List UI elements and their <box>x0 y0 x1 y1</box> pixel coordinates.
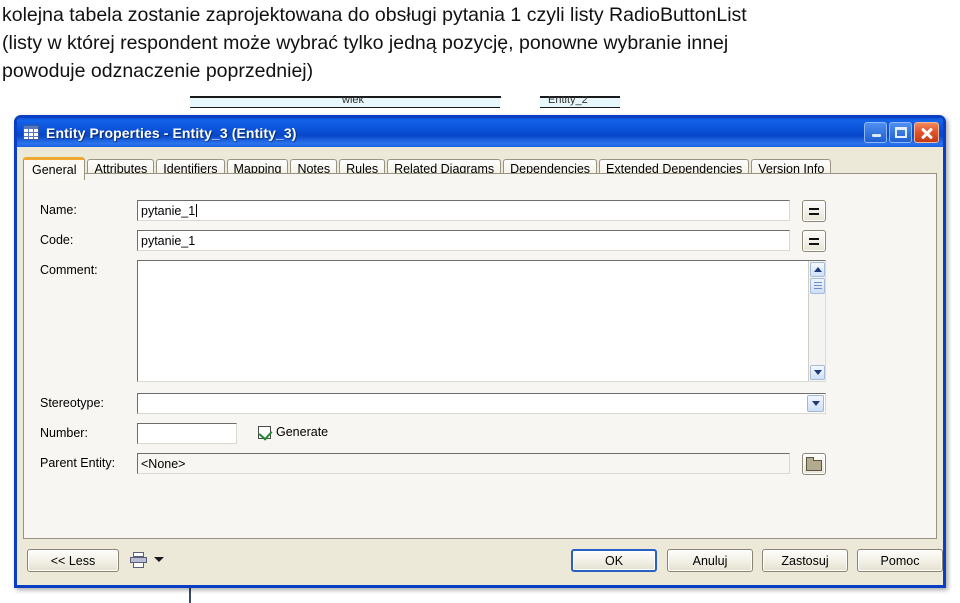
text-caret <box>196 204 198 217</box>
entity-properties-dialog: Entity Properties - Entity_3 (Entity_3) … <box>14 115 946 588</box>
generate-checkbox[interactable] <box>258 425 273 441</box>
caption-line-1-text: kolejna tabela zostanie zaprojektowana d… <box>2 4 747 26</box>
caption-line-2: (listy w której respondent może wybrać t… <box>2 30 960 57</box>
comment-label: Comment: <box>40 263 98 277</box>
parent-entity-value: <None> <box>141 457 186 471</box>
minimize-icon[interactable] <box>864 122 887 143</box>
name-label: Name: <box>40 203 77 217</box>
number-input[interactable] <box>137 423 237 444</box>
comment-textarea[interactable] <box>137 260 826 382</box>
number-label: Number: <box>40 426 88 440</box>
dialog-title: Entity Properties - Entity_3 (Entity_3) <box>46 124 297 141</box>
comment-scrollbar[interactable] <box>808 261 825 381</box>
window-buttons <box>864 122 941 143</box>
print-icon[interactable] <box>130 552 147 568</box>
backdrop-tick <box>210 96 211 98</box>
code-row: Code: pytanie_1 <box>24 230 936 252</box>
close-icon[interactable] <box>914 122 939 143</box>
folder-icon <box>806 457 822 471</box>
code-input-value: pytanie_1 <box>141 234 196 248</box>
apply-button[interactable]: Zastosuj <box>762 549 848 572</box>
parent-entity-label: Parent Entity: <box>40 456 116 470</box>
maximize-icon[interactable] <box>889 122 912 143</box>
name-input-value: pytanie_1 <box>141 204 196 218</box>
generate-checkbox-group[interactable]: Generate <box>258 425 329 441</box>
equals-icon <box>809 207 819 215</box>
caption-text-block: kolejna tabela zostanie zaprojektowana d… <box>0 0 960 86</box>
parent-entity-browse-button[interactable] <box>802 453 826 475</box>
table-grid-icon <box>23 125 39 140</box>
code-equals-button[interactable] <box>802 230 826 252</box>
backdrop-tick <box>616 96 617 98</box>
scroll-down-icon[interactable] <box>810 365 825 380</box>
stereotype-label: Stereotype: <box>40 396 104 410</box>
backdrop-entity-left-label: wiek <box>342 96 365 106</box>
name-equals-button[interactable] <box>802 200 826 222</box>
less-button[interactable]: << Less <box>27 549 119 572</box>
backdrop-tick <box>540 96 541 98</box>
name-row: Name: pytanie_1 <box>24 200 936 222</box>
cancel-button[interactable]: Anuluj <box>667 549 753 572</box>
general-tab-panel: Name: pytanie_1 Code: pytanie_1 Comment: <box>23 173 937 539</box>
chevron-down-icon[interactable] <box>807 395 824 412</box>
dialog-title-bar[interactable]: Entity Properties - Entity_3 (Entity_3) <box>17 118 943 147</box>
print-dropdown-icon[interactable] <box>154 557 164 562</box>
stereotype-combobox[interactable] <box>137 393 826 414</box>
caption-line-3: powoduje odznaczenie poprzedniej) <box>2 60 314 82</box>
parent-entity-input[interactable]: <None> <box>137 453 790 474</box>
scrollbar-thumb[interactable] <box>810 278 825 294</box>
help-button[interactable]: Pomoc <box>857 549 943 572</box>
backdrop-tick <box>500 96 501 98</box>
generate-label: Generate <box>276 425 329 439</box>
backdrop-entity-right-label: Entity_2 <box>548 96 588 106</box>
ok-button[interactable]: OK <box>571 549 657 572</box>
caption-line-1: kolejna tabela zostanie zaprojektowana d… <box>2 2 960 29</box>
caption-line-2-text: (listy w której respondent może wybrać t… <box>2 32 729 54</box>
backdrop-tick <box>190 96 191 98</box>
equals-icon <box>809 237 819 245</box>
code-label: Code: <box>40 233 74 247</box>
tab-general[interactable]: General <box>23 157 86 180</box>
check-icon <box>258 425 273 441</box>
dialog-button-bar: << Less OK Anuluj Zastosuj Pomoc <box>17 539 943 585</box>
name-input[interactable]: pytanie_1 <box>137 200 790 221</box>
scroll-up-icon[interactable] <box>810 262 825 277</box>
code-input[interactable]: pytanie_1 <box>137 230 790 251</box>
